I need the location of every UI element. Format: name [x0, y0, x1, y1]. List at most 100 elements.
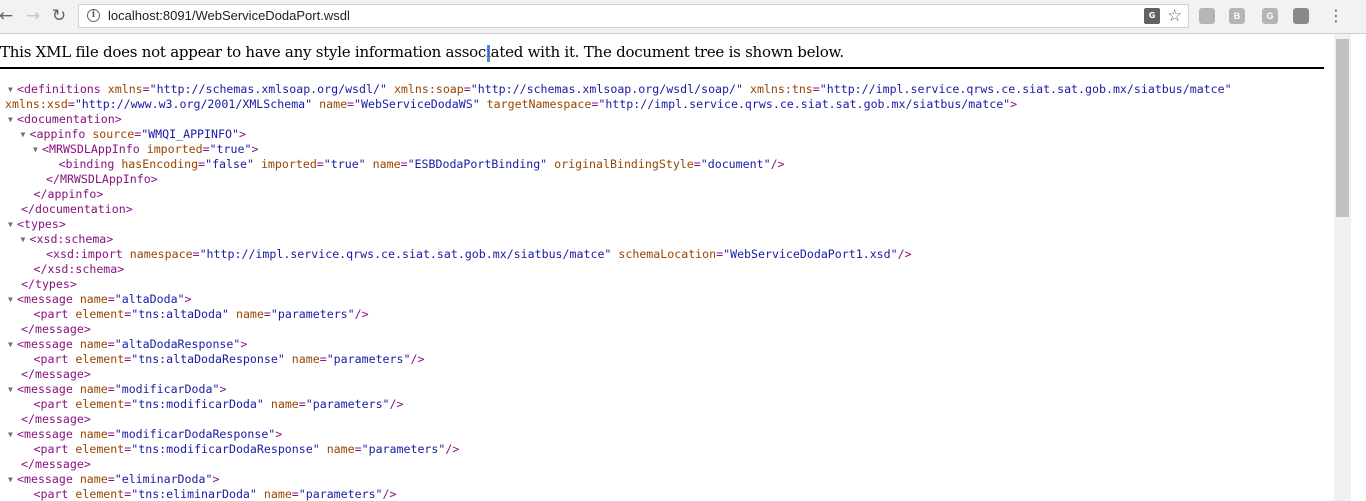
xml-attribute-value: "altaDoda" [114, 292, 185, 306]
xml-tag-name: <part [33, 307, 69, 321]
xml-attribute-value: "http://www.w3.org/2001/XMLSchema" [74, 97, 313, 111]
collapse-toggle-icon[interactable]: ▼ [8, 472, 17, 487]
xml-attribute-name: element [75, 397, 125, 411]
forward-button[interactable]: → [21, 4, 45, 28]
collapse-toggle-icon[interactable]: ▼ [8, 217, 17, 232]
xml-attribute-value: "altaDodaResponse" [114, 337, 241, 351]
extension-icon[interactable] [1199, 8, 1215, 24]
xml-attribute-name: name [79, 382, 108, 396]
translate-icon[interactable]: G [1144, 8, 1160, 24]
collapse-toggle-icon[interactable]: ▼ [33, 142, 42, 157]
xml-tag-name: </documentation> [21, 202, 133, 216]
url-text[interactable]: localhost:8091/WebServiceDodaPort.wsdl [108, 8, 350, 23]
xml-line: ▼ <appinfo source="WMQI_APPINFO"> [20, 127, 246, 142]
xml-line: </message> [0, 412, 1232, 427]
xml-line: </documentation> [0, 202, 1232, 217]
xml-attribute-name: name [326, 442, 355, 456]
reload-button[interactable]: ↻ [47, 4, 71, 28]
xml-attribute-name: name [372, 157, 401, 171]
collapse-toggle-icon[interactable]: ▼ [8, 112, 17, 127]
xml-tag-name: </xsd:schema> [33, 262, 125, 276]
xml-tag-name: </message> [21, 367, 91, 381]
xml-tag-end: /> [410, 352, 425, 366]
xml-tag-name: <part [33, 352, 69, 366]
xml-attribute-value: "WebServiceDodaWS" [354, 97, 480, 111]
xml-line: </appinfo> [0, 187, 1232, 202]
xml-tag-name: <definitions [17, 82, 101, 96]
xml-tag-end: > [238, 127, 246, 141]
address-bar[interactable]: i localhost:8091/WebServiceDodaPort.wsdl… [78, 4, 1189, 28]
browser-toolbar: ← → ↻ i localhost:8091/WebServiceDodaPor… [0, 0, 1366, 34]
xml-tag-end: > [184, 292, 192, 306]
kebab-menu-icon[interactable]: ⋮ [1328, 5, 1344, 27]
xml-tag-name: <xsd:schema [29, 232, 107, 246]
xml-tag-name: </MRWSDLAppInfo> [46, 172, 158, 186]
back-button[interactable]: ← [0, 4, 18, 28]
xml-line: <xsd:import namespace="http://impl.servi… [46, 247, 912, 261]
collapse-toggle-icon[interactable]: ▼ [8, 337, 17, 352]
xml-line: ▼ <message name="altaDodaResponse"> [8, 337, 248, 352]
extension-g-icon[interactable]: G [1262, 8, 1278, 24]
collapse-toggle-icon[interactable]: ▼ [8, 382, 17, 397]
xml-attribute-value: "ESBDodaPortBinding" [407, 157, 548, 171]
xml-line: <part element="tns:eliminarDoda" name="p… [33, 487, 397, 501]
xml-tag-end: /> [897, 247, 912, 261]
xml-tag-end: > [275, 427, 283, 441]
collapse-toggle-icon[interactable]: ▼ [8, 82, 17, 97]
xml-line: ▼ <documentation> [0, 112, 1232, 127]
xml-attribute-value: "tns:altaDodaResponse" [131, 352, 285, 366]
xml-attribute-value: "modificarDodaResponse" [114, 427, 276, 441]
xml-line: ▼ <message name="modificarDoda"> [8, 382, 227, 397]
xml-attribute-value: "WMQI_APPINFO" [141, 127, 239, 141]
xml-attribute-name: source [92, 127, 135, 141]
xml-tag-name: <binding [58, 157, 115, 171]
star-icon[interactable]: ☆ [1167, 5, 1182, 27]
xml-line: </types> [0, 277, 1232, 292]
xml-tag-end: /> [354, 307, 369, 321]
xml-tag-name: <appinfo [29, 127, 86, 141]
xml-line: <part element="tns:modificarDodaResponse… [33, 442, 460, 456]
xml-attribute-name: xmlns [107, 82, 143, 96]
xml-attribute-name: name [79, 472, 108, 486]
xml-tag-end: > [251, 142, 259, 156]
xml-tag-name: <message [17, 472, 73, 486]
xml-tag-end: > [58, 217, 66, 231]
xml-line: </message> [0, 367, 1232, 382]
xml-attribute-value: "tns:altaDoda" [131, 307, 229, 321]
xml-tag-name: <message [17, 337, 73, 351]
xml-attribute-name: element [75, 307, 125, 321]
vertical-scrollbar[interactable] [1334, 34, 1351, 501]
xml-line: ▼ <definitions xmlns="http://schemas.xmls… [8, 82, 1232, 97]
xml-line: </message> [0, 457, 1232, 472]
xml-tag-name: <MRWSDLAppInfo [42, 142, 140, 156]
xml-attribute-value: "true" [323, 157, 366, 171]
xml-attribute-value: "http://impl.service.qrws.ce.siat.sat.go… [598, 97, 1011, 111]
xml-info-message: This XML file does not appear to have an… [0, 43, 844, 61]
xml-line: <part element="tns:modificarDoda" name="… [33, 397, 404, 411]
collapse-toggle-icon[interactable]: ▼ [8, 427, 17, 442]
xml-tag-name: <documentation [17, 112, 115, 126]
xml-attribute-value: "false" [205, 157, 254, 171]
xml-tag-name: <message [17, 427, 73, 441]
collapse-toggle-icon[interactable]: ▼ [8, 292, 17, 307]
xml-tag-end: > [106, 232, 114, 246]
info-icon[interactable]: i [87, 9, 100, 22]
xml-attribute-value: "modificarDoda" [114, 382, 220, 396]
xml-attribute-value: "parameters" [326, 352, 411, 366]
arrow-left-icon: ← [0, 6, 14, 26]
xml-attribute-name: name [263, 487, 292, 501]
extension-pocket-icon[interactable] [1293, 8, 1309, 24]
xml-tag-end: /> [382, 487, 397, 501]
collapse-toggle-icon[interactable]: ▼ [21, 127, 30, 142]
scrollbar-thumb[interactable] [1336, 39, 1349, 217]
collapse-toggle-icon[interactable]: ▼ [21, 232, 30, 247]
xml-tag-name: </appinfo> [33, 187, 104, 201]
xml-tag-name: <part [33, 442, 69, 456]
xml-attribute-value: "tns:modificarDoda" [131, 397, 264, 411]
extension-b-icon[interactable]: B [1229, 8, 1245, 24]
xml-tree: ▼ <definitions xmlns="http://schemas.xmls… [0, 82, 1232, 501]
xml-attribute-name: name [79, 337, 108, 351]
xml-line: ▼ <types> [0, 217, 1232, 232]
xml-tag-name: <xsd:import [46, 247, 123, 261]
xml-line: ▼ <message name="altaDoda"> [8, 292, 192, 307]
